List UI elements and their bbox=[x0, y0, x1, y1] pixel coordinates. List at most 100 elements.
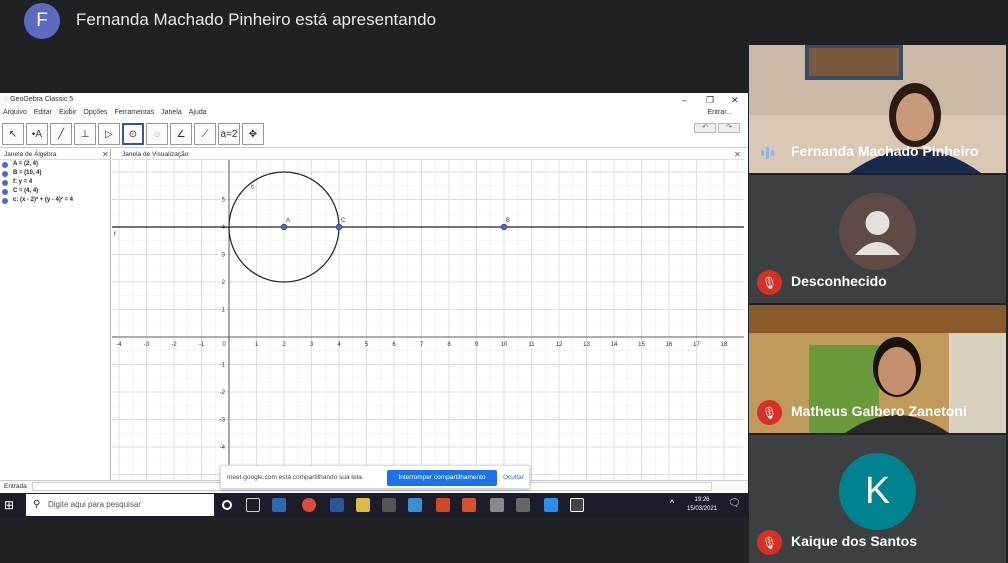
move-view-tool-icon[interactable]: ✥ bbox=[242, 123, 264, 145]
task-view-icon[interactable] bbox=[246, 498, 260, 512]
x-tick-label: 13 bbox=[583, 342, 590, 348]
participant-tile-fernanda[interactable]: Fernanda Machado Pinheiro bbox=[749, 45, 1006, 173]
point-a bbox=[280, 223, 288, 231]
chevron-up-icon[interactable]: ^ bbox=[670, 498, 684, 512]
taskbar-clock[interactable]: 19:26 15/03/2021 bbox=[684, 496, 720, 514]
visibility-dot-icon[interactable] bbox=[2, 180, 8, 186]
menu-bar: Arquivo Editar Exibir Opções Ferramentas… bbox=[0, 107, 748, 119]
windows-taskbar: ⊞ ⚲ Digite aqui para pesquisar ^ 19:26 1… bbox=[0, 493, 748, 517]
polygon-tool-icon[interactable]: ▷ bbox=[98, 123, 120, 145]
x-tick-label: -3 bbox=[144, 342, 150, 348]
file-explorer-icon[interactable] bbox=[356, 498, 370, 512]
x-tick-label: 15 bbox=[638, 342, 645, 348]
x-tick-label: 2 bbox=[282, 342, 286, 348]
share-message: meet.google.com está compartilhando sua … bbox=[227, 474, 364, 481]
x-tick-label: 17 bbox=[693, 342, 700, 348]
algebra-item-f[interactable]: f: y = 4 bbox=[0, 178, 110, 187]
hide-banner-button[interactable]: Ocultar bbox=[503, 474, 524, 481]
algebra-close-icon[interactable]: ✕ bbox=[102, 149, 109, 160]
participant-tile-desconhecido[interactable]: 🎙 Desconhecido bbox=[749, 175, 1006, 303]
visibility-dot-icon[interactable] bbox=[2, 198, 8, 204]
minimize-icon[interactable]: – bbox=[682, 93, 687, 107]
x-tick-label: 7 bbox=[420, 342, 424, 348]
point-label: B bbox=[506, 218, 510, 224]
point-b bbox=[500, 223, 508, 231]
y-tick-label: 4 bbox=[222, 225, 226, 231]
calculator-icon[interactable] bbox=[382, 498, 396, 512]
login-link[interactable]: Entrar... bbox=[707, 107, 732, 119]
notifications-icon[interactable]: 🗨 bbox=[728, 498, 742, 512]
algebra-item-a[interactable]: A = (2, 4) bbox=[0, 160, 110, 169]
participant-tile-matheus[interactable]: 🎙 Matheus Galbero Zanetoni bbox=[749, 305, 1006, 433]
geogebra-taskbar-icon[interactable] bbox=[570, 498, 584, 512]
shared-screen: ◌ GeoGebra Classic 5 – ❐ ✕ Arquivo Edita… bbox=[0, 93, 748, 517]
app-icon[interactable] bbox=[272, 498, 286, 512]
x-tick-label: 4 bbox=[337, 342, 341, 348]
menu-arquivo[interactable]: Arquivo bbox=[3, 109, 27, 116]
taskbar-search[interactable]: ⚲ Digite aqui para pesquisar bbox=[26, 494, 214, 516]
point-label: A bbox=[286, 218, 290, 224]
mic-off-icon: 🎙 bbox=[757, 400, 782, 425]
word-icon[interactable] bbox=[330, 498, 344, 512]
x-tick-label: 6 bbox=[392, 342, 396, 348]
line-tool-icon[interactable]: ╱ bbox=[50, 123, 72, 145]
y-tick-label: 1 bbox=[222, 308, 226, 314]
video-icon[interactable] bbox=[544, 498, 558, 512]
clock-time: 19:26 bbox=[694, 497, 710, 503]
algebra-item-c-point[interactable]: C = (4, 4) bbox=[0, 187, 110, 196]
y-tick-label: -1 bbox=[220, 363, 226, 369]
close-icon[interactable]: ✕ bbox=[731, 93, 739, 107]
menu-opcoes[interactable]: Opções bbox=[83, 109, 107, 116]
x-tick-label: 1 bbox=[255, 342, 259, 348]
visibility-dot-icon[interactable] bbox=[2, 171, 8, 177]
x-tick-label: -2 bbox=[171, 342, 177, 348]
algebra-item-c-circle[interactable]: c: (x - 2)² + (y - 4)² = 4 bbox=[0, 196, 110, 205]
reflect-tool-icon[interactable]: ⟋ bbox=[194, 123, 216, 145]
y-tick-label: 2 bbox=[222, 280, 226, 286]
input-label: Entrada bbox=[4, 483, 27, 490]
graphics-close-icon[interactable]: ✕ bbox=[734, 149, 741, 160]
point-label: C bbox=[341, 218, 346, 224]
x-tick-label: 14 bbox=[611, 342, 618, 348]
chrome-icon[interactable] bbox=[302, 498, 316, 512]
point-tool-icon[interactable]: •A bbox=[26, 123, 48, 145]
redo-icon[interactable]: ↷ bbox=[718, 123, 740, 133]
menu-ferramentas[interactable]: Ferramentas bbox=[114, 109, 154, 116]
graphics-canvas[interactable]: -4 -3 -2 -1 0 1 2 3 4 5 6 7 8 9 10 11 12 13 14 15 16 17 185432… bbox=[112, 160, 744, 480]
undo-icon[interactable]: ↶ bbox=[694, 123, 716, 133]
move-tool-icon[interactable]: ↖ bbox=[2, 123, 24, 145]
app-icon-2[interactable] bbox=[490, 498, 504, 512]
menu-janela[interactable]: Janela bbox=[161, 109, 182, 116]
x-tick-label: 3 bbox=[310, 342, 314, 348]
algebra-item-b[interactable]: B = (10, 4) bbox=[0, 169, 110, 178]
slider-tool-icon[interactable]: a=2 bbox=[218, 123, 240, 145]
conic-tool-icon[interactable]: ◌ bbox=[146, 123, 168, 145]
y-tick-label: -3 bbox=[220, 418, 226, 424]
speaking-indicator-icon bbox=[761, 147, 774, 159]
camera-icon[interactable] bbox=[516, 498, 530, 512]
stop-sharing-button[interactable]: Interromper compartilhamento bbox=[387, 470, 497, 486]
circle-tool-icon[interactable]: ⊙ bbox=[122, 123, 144, 145]
menu-editar[interactable]: Editar bbox=[34, 109, 52, 116]
maximize-icon[interactable]: ❐ bbox=[706, 93, 714, 107]
visibility-dot-icon[interactable] bbox=[2, 189, 8, 195]
angle-tool-icon[interactable]: ∠ bbox=[170, 123, 192, 145]
x-tick-label: 12 bbox=[556, 342, 563, 348]
participant-name: Matheus Galbero Zanetoni bbox=[791, 403, 967, 419]
y-tick-label: 5 bbox=[222, 198, 226, 204]
participant-tile-kaique[interactable]: K 🎙 Kaique dos Santos bbox=[749, 435, 1006, 563]
cortana-icon[interactable] bbox=[222, 500, 232, 510]
mail-icon[interactable] bbox=[408, 498, 422, 512]
menu-ajuda[interactable]: Ajuda bbox=[189, 109, 207, 116]
visibility-dot-icon[interactable] bbox=[2, 162, 8, 168]
share-banner: meet.google.com está compartilhando sua … bbox=[220, 465, 530, 489]
circle-c-label: c bbox=[251, 185, 254, 191]
perpendicular-tool-icon[interactable]: ⊥ bbox=[74, 123, 96, 145]
participant-name: Desconhecido bbox=[791, 273, 887, 289]
x-tick-label: 8 bbox=[447, 342, 451, 348]
office-icon[interactable] bbox=[436, 498, 450, 512]
person-icon bbox=[855, 211, 900, 255]
menu-exibir[interactable]: Exibir bbox=[59, 109, 77, 116]
windows-start-icon[interactable]: ⊞ bbox=[4, 498, 18, 512]
powerpoint-icon[interactable] bbox=[462, 498, 476, 512]
